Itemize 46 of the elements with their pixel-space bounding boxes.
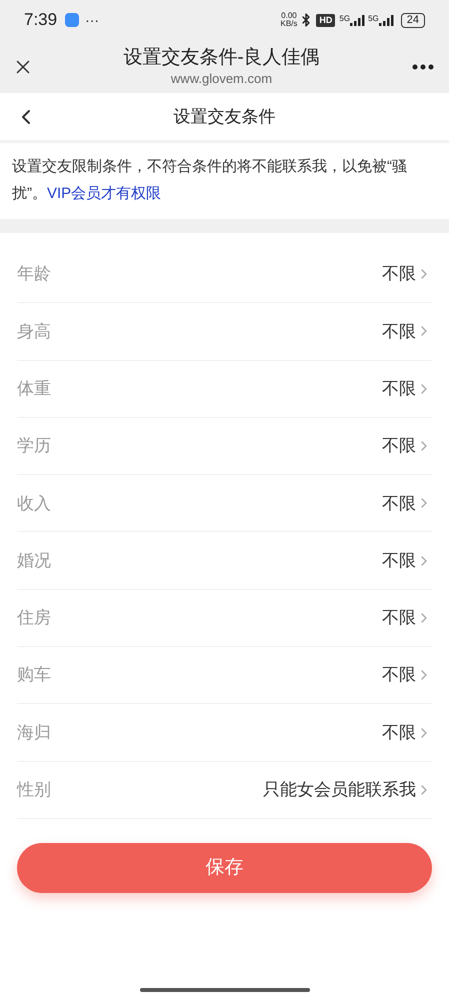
row-value: 不限 [382,263,416,286]
app-icon [65,13,80,27]
setting-row[interactable]: 年龄 不限 [17,246,432,304]
notice-text: 设置交友限制条件，不符合条件的将不能联系我，以免被“骚扰”。VIP会员才有权限 [11,157,408,204]
setting-row[interactable]: 购车 不限 [17,647,432,704]
more-icon [412,64,434,70]
browser-url: www.glovem.com [170,70,272,88]
row-label: 购车 [17,664,52,686]
notification-more: ··· [85,10,100,30]
sim-label: 5G [339,13,350,25]
row-label: 性别 [17,779,52,802]
row-label: 体重 [17,378,52,400]
setting-row[interactable]: 体重 不限 [17,360,432,418]
row-value: 只能女会员能联系我 [263,779,416,802]
row-label: 住房 [17,607,52,630]
row-value: 不限 [382,492,416,515]
row-label: 海归 [17,722,52,744]
setting-row[interactable]: 海归 不限 [17,704,432,762]
row-label: 身高 [17,320,52,343]
page-title: 设置交友条件 [172,106,276,128]
setting-row[interactable]: 学历 不限 [17,418,432,476]
setting-row[interactable]: 收入 不限 [17,475,432,532]
row-value: 不限 [382,320,416,343]
signal-icon [378,14,395,26]
row-label: 收入 [17,492,52,515]
network-speed: 0.00 KB/s [280,12,298,28]
row-value: 不限 [382,664,416,686]
row-value: 不限 [382,550,416,572]
vip-link[interactable]: VIP会员才有权限 [47,185,162,202]
setting-row[interactable]: 身高 不限 [17,303,432,361]
status-time: 7:39 [24,9,58,32]
row-value: 不限 [382,435,416,458]
setting-row[interactable]: 性别 只能女会员能联系我 [17,762,432,819]
row-value: 不限 [382,607,416,630]
sim-label: 5G [368,13,379,25]
signal-icon [350,14,366,26]
browser-title: 设置交友条件-良人佳偶 [123,46,320,70]
row-value: 不限 [382,722,416,744]
hd-badge: HD [316,14,336,26]
setting-row[interactable]: 住房 不限 [17,590,432,648]
setting-row[interactable]: 婚况 不限 [17,532,432,590]
row-label: 婚况 [17,550,52,572]
battery-icon: 24 [400,12,425,28]
row-label: 学历 [17,435,52,458]
row-label: 年龄 [17,263,52,286]
row-value: 不限 [382,378,416,400]
